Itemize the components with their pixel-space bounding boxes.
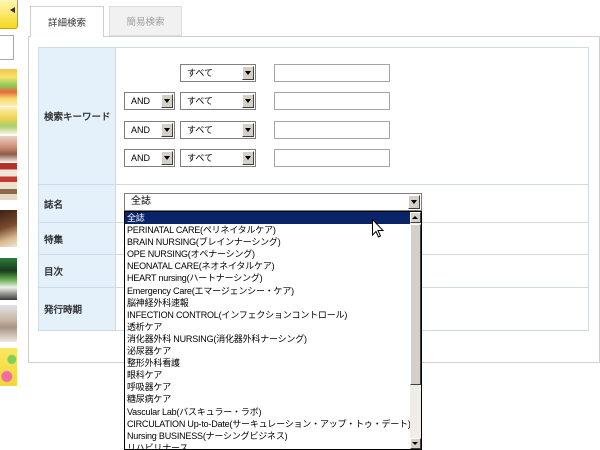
keyword-label: 検索キーワード [39, 48, 116, 184]
sidebar-yellow-button[interactable] [0, 0, 18, 29]
magazine-option[interactable]: 泌尿器ケア [125, 345, 410, 357]
sidebar-thumbnail-7[interactable] [0, 305, 17, 342]
sidebar-thumbnail-6[interactable] [0, 258, 17, 300]
sidebar-input-box[interactable] [0, 35, 14, 60]
magazine-label: 誌名 [39, 185, 116, 222]
keyword-input-2[interactable] [274, 92, 390, 110]
chevron-down-icon[interactable] [242, 94, 254, 108]
keyword-target-select-1[interactable]: すべて [180, 64, 256, 82]
tab-label: 簡易検索 [126, 17, 165, 28]
magazine-row: 誌名 全誌 全誌 PERINATAL CARE(ペリネイタルケア) BRAIN NU… [39, 185, 588, 450]
period-label: 発行時期 [39, 288, 116, 330]
select-value: AND [131, 153, 151, 163]
chevron-down-icon[interactable] [161, 123, 173, 137]
magazine-select[interactable]: 全誌 全誌 PERINATAL CARE(ペリネイタルケア) BRAIN NURSI… [124, 193, 422, 450]
magazine-option[interactable]: BRAIN NURSING(ブレインナーシング) [125, 236, 410, 248]
magazine-option[interactable]: INFECTION CONTROL(インフェクションコントロール) [125, 309, 410, 321]
magazine-option[interactable]: OPE NURSING(オペナーシング) [125, 248, 410, 260]
magazine-option[interactable]: 消化器外科 NURSING(消化器外科ナーシング) [125, 333, 410, 345]
chevron-down-icon[interactable] [242, 66, 254, 80]
search-form-table: 検索キーワード すべて AND すべて AND すべて AND すべて 誌名 全… [38, 47, 589, 450]
select-value: AND [131, 125, 151, 135]
keyword-target-select-3[interactable]: すべて [180, 121, 256, 139]
chevron-down-icon[interactable] [242, 151, 254, 165]
left-sidebar [0, 0, 18, 450]
select-value: 全誌 [131, 196, 151, 207]
scroll-down-arrow-icon[interactable] [410, 438, 421, 449]
magazine-option[interactable]: 整形外科看護 [125, 357, 410, 369]
dropdown-options: 全誌 PERINATAL CARE(ペリネイタルケア) BRAIN NURSING(… [125, 212, 410, 449]
select-value: すべて [187, 153, 214, 163]
magazine-option[interactable]: 脳神経外科速報 [125, 297, 410, 309]
search-panel: 検索キーワード すべて AND すべて AND すべて AND すべて 誌名 全… [28, 36, 600, 450]
mouse-cursor-icon [372, 219, 384, 238]
magazine-option[interactable]: リハビリナース [125, 442, 410, 449]
keyword-input-3[interactable] [274, 121, 390, 139]
keyword-target-select-4[interactable]: すべて [180, 149, 256, 167]
magazine-option[interactable]: 糖尿病ケア [125, 393, 410, 405]
select-value: すべて [187, 68, 214, 78]
magazine-dropdown-list[interactable]: 全誌 PERINATAL CARE(ペリネイタルケア) BRAIN NURSING(… [124, 211, 422, 450]
sidebar-thumbnail-5[interactable] [0, 210, 17, 247]
sidebar-thumbnail-2[interactable] [0, 107, 17, 134]
keyword-input-4[interactable] [274, 149, 390, 167]
dropdown-scrollbar[interactable] [410, 212, 421, 449]
magazine-option[interactable]: 呼吸器ケア [125, 381, 410, 393]
scrollbar-thumb[interactable] [410, 224, 421, 385]
tab-simple-search[interactable]: 簡易検索 [109, 6, 182, 36]
keyword-operator-select-4[interactable]: AND [124, 149, 175, 167]
magazine-option[interactable]: 全誌 [125, 212, 410, 225]
chevron-down-icon[interactable] [242, 123, 254, 137]
magazine-option[interactable]: PERINATAL CARE(ペリネイタルケア) [125, 224, 410, 236]
keyword-row: 検索キーワード すべて AND すべて AND すべて AND すべて [39, 48, 588, 185]
chevron-down-icon[interactable] [161, 94, 173, 108]
arrow-icon [10, 7, 15, 13]
select-value: すべて [187, 125, 214, 135]
magazine-option[interactable]: 透析ケア [125, 321, 410, 333]
keyword-operator-select-3[interactable]: AND [124, 121, 175, 139]
tab-label: 詳細検索 [47, 18, 86, 29]
sidebar-thumbnail-1[interactable] [0, 69, 17, 106]
toc-label: 目次 [39, 255, 116, 287]
scroll-up-arrow-icon[interactable] [410, 212, 421, 223]
magazine-option[interactable]: CIRCULATION Up-to-Date(サーキュレーション・アップ・トゥ・… [125, 418, 410, 430]
magazine-option[interactable]: NEONATAL CARE(ネオネイタルケア) [125, 260, 410, 272]
select-value: AND [131, 96, 151, 106]
sidebar-thumbnail-3[interactable] [0, 136, 17, 162]
magazine-option[interactable]: 眼科ケア [125, 369, 410, 381]
magazine-option[interactable]: Vascular Lab(バスキュラー・ラボ) [125, 406, 410, 418]
feature-label: 特集 [39, 223, 116, 254]
keyword-target-select-2[interactable]: すべて [180, 92, 256, 110]
keyword-operator-select-2[interactable]: AND [124, 92, 175, 110]
magazine-option[interactable]: Nursing BUSINESS(ナーシングビジネス) [125, 430, 410, 442]
chevron-down-icon[interactable] [408, 195, 420, 209]
sidebar-thumbnail-8[interactable] [0, 348, 17, 386]
keyword-input-1[interactable] [274, 64, 390, 82]
magazine-option[interactable]: HEART nursing(ハートナーシング) [125, 272, 410, 284]
select-value: すべて [187, 96, 214, 106]
tab-detailed-search[interactable]: 詳細検索 [30, 6, 104, 37]
chevron-down-icon[interactable] [161, 151, 173, 165]
magazine-option[interactable]: Emergency Care(エマージェンシー・ケア) [125, 285, 410, 297]
sidebar-thumbnail-4[interactable] [0, 163, 17, 200]
